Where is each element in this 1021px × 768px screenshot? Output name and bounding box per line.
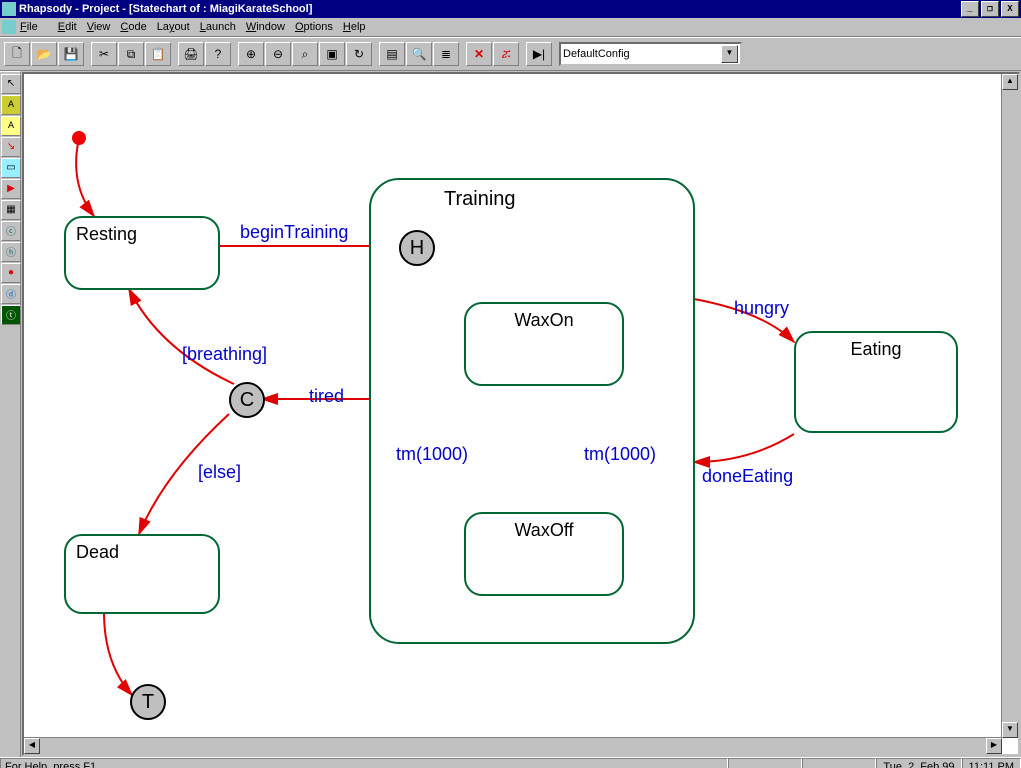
config-value: DefaultConfig (563, 48, 630, 60)
state-eating[interactable]: Eating (794, 331, 958, 433)
state-waxon[interactable]: WaxOn (464, 302, 624, 386)
menu-layout[interactable]: Layout (157, 21, 190, 33)
label-breathing: [breathing] (182, 344, 267, 365)
note-tool-icon[interactable]: A (1, 95, 21, 115)
canvas-frame: Resting Training WaxOn WaxOff Eating Dea… (22, 72, 1020, 756)
status-date: Tue, 2. Feb,99 (876, 758, 961, 768)
menu-file[interactable]: File (20, 21, 48, 33)
zoom-in-icon[interactable]: ⊕ (238, 42, 264, 66)
new-icon[interactable]: 🗋 (4, 42, 30, 66)
status-time: 11:11 PM (962, 758, 1021, 768)
tool-palette: ↖ A A ↘ ▭ ▶ ▦ ⓒ ⓗ ● ⓓ ⓣ (0, 71, 21, 757)
state-resting[interactable]: Resting (64, 216, 220, 290)
workarea: ↖ A A ↘ ▭ ▶ ▦ ⓒ ⓗ ● ⓓ ⓣ (0, 71, 1021, 757)
initial-pseudostate[interactable] (72, 131, 86, 145)
state-waxoff[interactable]: WaxOff (464, 512, 624, 596)
state-resting-label: Resting (76, 224, 208, 245)
zoom-fit-icon[interactable]: ⌕ (292, 42, 318, 66)
vertical-scrollbar[interactable]: ▲ ▼ (1001, 74, 1018, 738)
refresh-icon[interactable]: ↻ (346, 42, 372, 66)
initial-tool-icon[interactable]: ▶ (1, 179, 21, 199)
delete-icon[interactable]: ✕ (466, 42, 492, 66)
scroll-left-icon[interactable]: ◀ (24, 738, 40, 754)
menu-code[interactable]: Code (120, 21, 146, 33)
state-training-label: Training (444, 188, 516, 211)
label-tm1: tm(1000) (396, 444, 468, 465)
history-tool-icon[interactable]: ⓗ (1, 242, 21, 262)
choice-label: C (240, 389, 254, 412)
deep-tool-icon[interactable]: ⓓ (1, 284, 21, 304)
menu-window[interactable]: Window (246, 21, 285, 33)
statusbar: For Help, press F1 Tue, 2. Feb,99 11:11 … (0, 757, 1021, 768)
next-icon[interactable]: ▶| (526, 42, 552, 66)
app-icon (2, 2, 16, 16)
scroll-down-icon[interactable]: ▼ (1002, 722, 1018, 738)
status-empty2 (802, 758, 876, 768)
minimize-button[interactable]: _ (961, 1, 979, 17)
open-icon[interactable]: 📂 (31, 42, 57, 66)
close-button[interactable]: X (1001, 1, 1019, 17)
history-pseudostate[interactable]: H (399, 230, 435, 266)
help-icon[interactable]: ? (205, 42, 231, 66)
canvas[interactable]: Resting Training WaxOn WaxOff Eating Dea… (24, 74, 1002, 738)
state-tool-icon[interactable]: ▭ (1, 158, 21, 178)
state-dead[interactable]: Dead (64, 534, 220, 614)
copy-icon[interactable]: ⧉ (118, 42, 144, 66)
scroll-right-icon[interactable]: ▶ (986, 738, 1002, 754)
label-tired: tired (309, 386, 344, 407)
state-waxoff-label: WaxOff (476, 520, 612, 541)
status-help: For Help, press F1 (0, 758, 728, 768)
horizontal-scrollbar[interactable]: ◀ ▶ (24, 737, 1002, 754)
scroll-up-icon[interactable]: ▲ (1002, 74, 1018, 90)
grid-tool-icon[interactable]: ▦ (1, 200, 21, 220)
window-title: Rhapsody - Project - [Statechart of : Mi… (19, 3, 312, 15)
page-icon[interactable]: ▤ (379, 42, 405, 66)
menu-options[interactable]: Options (295, 21, 333, 33)
terminate-label: T (142, 691, 154, 714)
terminate-pseudostate[interactable]: T (130, 684, 166, 720)
menu-view[interactable]: View (87, 21, 111, 33)
label-tm2: tm(1000) (584, 444, 656, 465)
terminate-tool-icon[interactable]: ⓣ (1, 305, 21, 325)
choice-pseudostate[interactable]: C (229, 382, 265, 418)
choice-tool-icon[interactable]: ⓒ (1, 221, 21, 241)
transition-tool-icon[interactable]: ↘ (1, 137, 21, 157)
clear-icon[interactable]: ሯ (493, 42, 519, 66)
toolbar: 🗋 📂 💾 ✂ ⧉ 📋 🖨 ? ⊕ ⊖ ⌕ ▣ ↻ ▤ 🔍 ≣ ✕ ሯ ▶| D… (0, 37, 1021, 71)
list-icon[interactable]: ≣ (433, 42, 459, 66)
mdi-icon (2, 20, 16, 34)
text-tool-icon[interactable]: A (1, 116, 21, 136)
menu-edit[interactable]: Edit (58, 21, 77, 33)
status-empty1 (728, 758, 802, 768)
label-doneeating: doneEating (702, 466, 793, 487)
history-label: H (410, 237, 424, 260)
menu-launch[interactable]: Launch (200, 21, 236, 33)
zoom-area-icon[interactable]: ▣ (319, 42, 345, 66)
dot-tool-icon[interactable]: ● (1, 263, 21, 283)
maximize-button[interactable]: ❐ (981, 1, 999, 17)
menubar: File Edit View Code Layout Launch Window… (0, 18, 1021, 37)
select-tool-icon[interactable]: ↖ (1, 74, 21, 94)
cut-icon[interactable]: ✂ (91, 42, 117, 66)
label-begintraining: beginTraining (240, 222, 348, 243)
chevron-down-icon[interactable]: ▼ (721, 45, 738, 63)
paste-icon[interactable]: 📋 (145, 42, 171, 66)
find-icon[interactable]: 🔍 (406, 42, 432, 66)
config-combo[interactable]: DefaultConfig ▼ (559, 42, 742, 66)
state-waxon-label: WaxOn (476, 310, 612, 331)
state-dead-label: Dead (76, 542, 208, 563)
menu-help[interactable]: Help (343, 21, 366, 33)
label-else: [else] (198, 462, 241, 483)
zoom-out-icon[interactable]: ⊖ (265, 42, 291, 66)
state-eating-label: Eating (806, 339, 946, 360)
save-icon[interactable]: 💾 (58, 42, 84, 66)
print-icon[interactable]: 🖨 (178, 42, 204, 66)
titlebar: Rhapsody - Project - [Statechart of : Mi… (0, 0, 1021, 18)
label-hungry: hungry (734, 298, 789, 319)
